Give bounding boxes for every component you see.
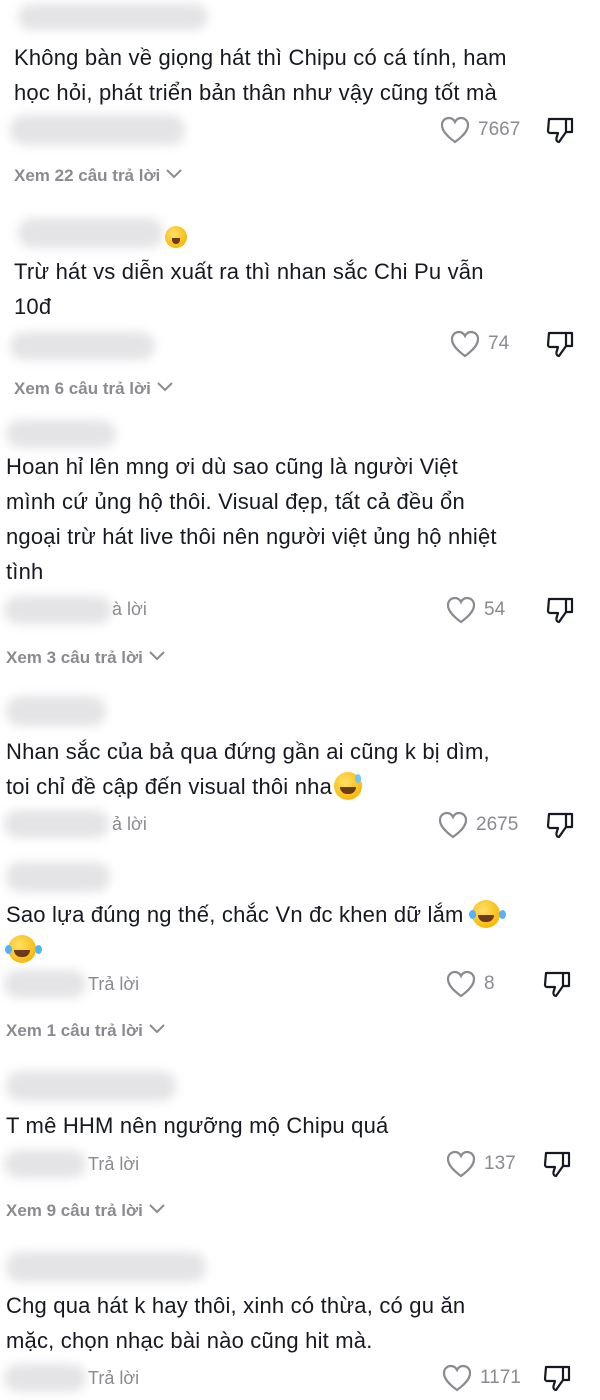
blurred-meta [10,332,155,360]
comment-text: Hoan hỉ lên mng ơi dù sao cũng là người … [6,454,497,584]
reply-button[interactable]: à lời [112,599,147,620]
comment-text: Không bàn về giọng hát thì Chipu có cá t… [14,45,507,105]
dislike-button[interactable] [543,1364,571,1392]
blurred-username [6,420,116,448]
thumbs-down-icon [546,116,574,144]
blurred-username [6,696,106,726]
dislike-button[interactable] [546,330,574,358]
dislike-button[interactable] [543,970,571,998]
grinning-face-with-sweat-icon [334,772,363,800]
kissing-face-icon [165,226,187,248]
like-count: 8 [484,973,495,994]
like-count: 1171 [480,1367,521,1388]
heart-icon [438,811,468,839]
dislike-button[interactable] [546,116,574,144]
heart-icon [442,1364,472,1392]
chevron-down-icon [147,1201,167,1221]
thumbs-down-icon [543,1364,571,1392]
heart-icon [446,1150,476,1178]
dislike-button[interactable] [546,811,574,839]
like-count: 2675 [476,814,519,835]
view-replies-label: Xem 9 câu trả lời [6,1201,143,1220]
like-count: 137 [484,1153,516,1174]
comment-text-content: Nhan sắc của bả qua đứng gần ai cũng k b… [6,739,490,799]
dislike-button[interactable] [543,1150,571,1178]
chevron-down-icon [164,166,184,186]
thumbs-down-icon [546,596,574,624]
comment-text: Trừ hát vs diễn xuất ra thì nhan sắc Chi… [14,259,484,319]
comment-text: Chg qua hát k hay thôi, xinh có thừa, có… [6,1293,466,1353]
comment-text: T mê HHM nên ngưỡng mộ Chipu quá [6,1113,389,1138]
blurred-username [6,1071,176,1101]
blurred-username [6,1252,206,1282]
heart-icon [446,596,476,624]
reply-button[interactable]: Trả lời [88,1154,139,1175]
like-button[interactable]: 137 [446,1150,516,1178]
reply-button[interactable]: Trả lời [88,974,139,995]
blurred-username [18,4,208,30]
blurred-meta [4,1364,86,1392]
comment-text: Nhan sắc của bả qua đứng gần ai cũng k b… [6,734,490,804]
view-replies-label: Xem 6 câu trả lời [14,379,151,398]
chevron-down-icon [155,379,175,399]
dislike-button[interactable] [546,596,574,624]
view-replies-button[interactable]: Xem 6 câu trả lời [14,379,175,399]
view-replies-button[interactable]: Xem 1 câu trả lời [6,1021,167,1041]
view-replies-button[interactable]: Xem 9 câu trả lời [6,1201,167,1221]
heart-icon [440,116,470,144]
like-button[interactable]: 1171 [442,1364,521,1392]
reply-button[interactable]: ả lời [112,814,147,835]
view-replies-label: Xem 22 câu trả lời [14,166,161,185]
thumbs-down-icon [546,811,574,839]
like-button[interactable]: 7667 [440,116,520,144]
blurred-username [6,862,110,892]
view-replies-button[interactable]: Xem 22 câu trả lời [14,166,184,186]
like-count: 7667 [478,119,521,140]
blurred-meta [10,115,185,145]
like-button[interactable]: 8 [446,970,495,998]
like-count: 74 [488,333,510,354]
blurred-meta [4,810,109,838]
chevron-down-icon [147,648,167,668]
view-replies-label: Xem 1 câu trả lời [6,1021,143,1040]
face-with-tears-of-joy-icon [468,900,500,928]
reply-button[interactable]: Trả lời [88,1368,139,1389]
thumbs-down-icon [543,1150,571,1178]
blurred-meta [4,596,112,624]
blurred-meta [4,970,86,998]
like-button[interactable]: 74 [450,330,509,358]
blurred-username [18,218,163,248]
thumbs-down-icon [543,970,571,998]
view-replies-button[interactable]: Xem 3 câu trả lời [6,648,167,668]
view-replies-label: Xem 3 câu trả lời [6,648,143,667]
like-count: 54 [484,599,506,620]
chevron-down-icon [147,1021,167,1041]
thumbs-down-icon [546,330,574,358]
blurred-meta [4,1150,86,1178]
comment-text-content: Sao lựa đúng ng thế, chắc Vn đc khen dữ … [6,902,470,927]
like-button[interactable]: 54 [446,596,505,624]
heart-icon [450,330,480,358]
comment-text: Sao lựa đúng ng thế, chắc Vn đc khen dữ … [5,897,500,967]
face-with-tears-of-joy-icon [5,935,36,963]
like-button[interactable]: 2675 [438,811,518,839]
heart-icon [446,970,476,998]
